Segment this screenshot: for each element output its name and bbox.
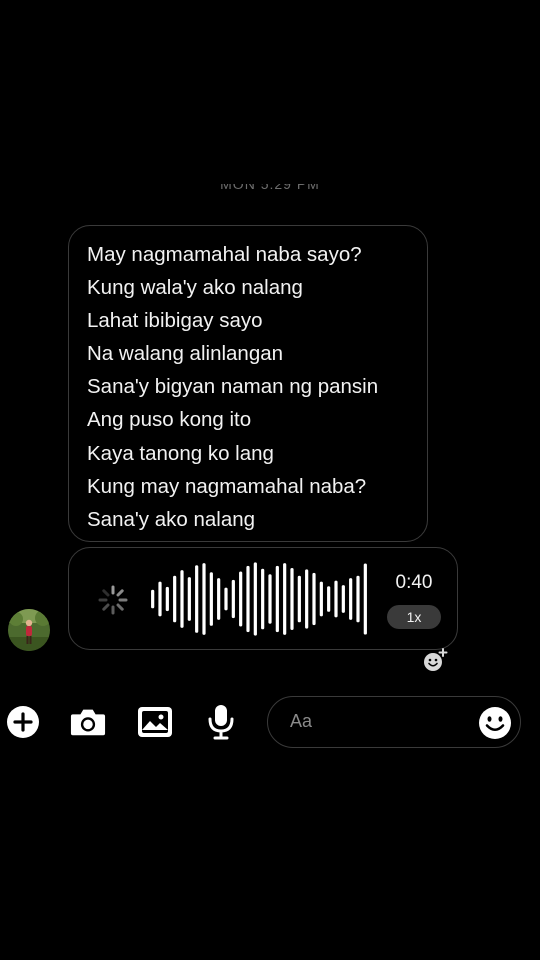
voice-message-bubble[interactable]: 0:40 1x xyxy=(68,547,458,650)
message-bubble[interactable]: May nagmamahal naba sayo? Kung wala'y ak… xyxy=(68,225,428,542)
gallery-button[interactable] xyxy=(137,704,173,740)
add-button[interactable] xyxy=(5,704,41,740)
microphone-icon xyxy=(208,705,234,740)
message-line: Sana'y bigyan naman ng pansin xyxy=(87,375,379,399)
message-line: May nagmamahal naba sayo? xyxy=(87,243,362,266)
playback-speed-button[interactable]: 1x xyxy=(387,605,441,629)
message-input[interactable]: Aa xyxy=(267,696,521,748)
avatar-photo xyxy=(8,609,50,651)
audio-waveform[interactable] xyxy=(149,562,369,636)
voice-duration: 0:40 xyxy=(395,572,433,593)
avatar[interactable] xyxy=(8,609,50,651)
message-line: Kaya tanong ko lang xyxy=(87,441,274,465)
message-line: Kung wala'y ako nalang xyxy=(87,276,303,300)
message-line: Kung may nagmamahal naba? xyxy=(87,474,367,498)
message-line: Sana'y ako nalang xyxy=(87,507,256,531)
add-reaction-icon[interactable] xyxy=(422,647,448,673)
message-composer: Aa xyxy=(0,696,540,750)
message-line: Lahat ibibigay sayo xyxy=(87,309,263,333)
message-timestamp: MON 5:29 PM xyxy=(0,184,540,200)
smiley-icon[interactable] xyxy=(478,706,512,740)
voice-record-button[interactable] xyxy=(203,704,239,740)
message-line: Na walang alinlangan xyxy=(87,342,284,366)
timestamp-text: MON 5:29 PM xyxy=(220,184,320,192)
loading-spinner-icon[interactable] xyxy=(97,584,129,616)
message-input-placeholder: Aa xyxy=(290,711,313,731)
plus-circle-icon xyxy=(7,706,39,738)
message-line: Ang puso kong ito xyxy=(87,408,252,432)
image-icon xyxy=(138,707,172,737)
camera-icon xyxy=(70,709,106,736)
camera-button[interactable] xyxy=(70,704,106,740)
